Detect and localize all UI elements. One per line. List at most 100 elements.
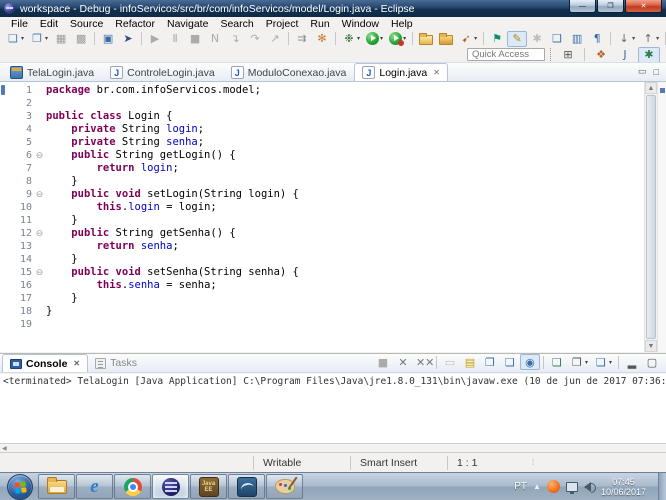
mark-occurrences-button[interactable]: ✎	[507, 31, 527, 47]
code-line[interactable]: this.senha = senha;	[46, 279, 642, 292]
code-line[interactable]: private String senha;	[46, 136, 642, 149]
external-tools-button[interactable]: ➹▾	[456, 31, 480, 47]
taskbar-clock[interactable]: 07:45 10/06/2017	[597, 477, 650, 497]
menu-window[interactable]: Window	[336, 18, 385, 30]
code-line[interactable]: }	[46, 175, 642, 188]
console-output[interactable]: <terminated> TelaLogin [Java Application…	[0, 374, 666, 443]
new-console-view-button[interactable]: ❏▾	[591, 354, 615, 370]
new-java-package-button[interactable]	[416, 31, 436, 47]
close-tab-icon[interactable]: ✕	[73, 359, 80, 368]
language-indicator[interactable]: PT	[514, 481, 527, 492]
show-hidden-icons-button[interactable]: ▲	[533, 482, 541, 491]
volume-tray-icon[interactable]	[584, 482, 591, 492]
minimize-view-button[interactable]: ▂	[622, 354, 642, 370]
menu-edit[interactable]: Edit	[34, 18, 64, 30]
code-line[interactable]: public String getLogin() {	[46, 149, 642, 162]
fold-collapse-icon[interactable]: ⊖	[34, 188, 45, 201]
paint-taskbar-button[interactable]	[266, 474, 303, 499]
code-line[interactable]: public void setLogin(String login) {	[46, 188, 642, 201]
avast-tray-icon[interactable]	[547, 480, 560, 493]
show-selected-element-button[interactable]: ▥	[567, 31, 587, 47]
fold-collapse-icon[interactable]: ⊖	[34, 266, 45, 279]
tab-controlelogin[interactable]: JControleLogin.java	[102, 63, 223, 81]
new-wizard-button[interactable]: ❏▾	[3, 31, 27, 47]
code-line[interactable]: }	[46, 292, 642, 305]
fold-collapse-icon[interactable]: ⊖	[34, 227, 45, 240]
maximize-editor-button[interactable]: □	[654, 67, 659, 77]
annotation-pointer-button[interactable]: ➤	[118, 31, 138, 47]
code-line[interactable]: public class Login {	[46, 110, 642, 123]
show-console-on-output-button[interactable]: ❐	[480, 354, 500, 370]
show-desktop-button[interactable]	[658, 473, 666, 500]
eclipse-taskbar-button[interactable]	[152, 474, 189, 499]
menu-help[interactable]: Help	[385, 18, 419, 30]
next-annotation-button[interactable]: ↓▾	[614, 31, 638, 47]
show-whitespace-button[interactable]: ¶	[587, 31, 607, 47]
new-java-class-button[interactable]: ❐▾	[27, 31, 51, 47]
start-button[interactable]	[7, 474, 33, 500]
chrome-taskbar-button[interactable]	[114, 474, 151, 499]
code-line[interactable]: return login;	[46, 162, 642, 175]
code-line[interactable]: public String getSenha() {	[46, 227, 642, 240]
console-horizontal-scrollbar[interactable]: ◀	[0, 443, 666, 452]
coverage-button[interactable]: ▾	[386, 31, 409, 47]
run-to-line-button[interactable]: ⇉	[292, 31, 312, 47]
show-console-on-error-button[interactable]: ❑	[500, 354, 520, 370]
java-ee-perspective-button[interactable]: ❖	[590, 47, 612, 63]
scroll-left-arrow[interactable]: ◀	[0, 445, 9, 452]
code-line[interactable]: }	[46, 214, 642, 227]
code-line[interactable]: private String login;	[46, 123, 642, 136]
maximize-view-button[interactable]: ▢	[642, 354, 662, 370]
tab-telalogin[interactable]: TelaLogin.java	[2, 63, 102, 81]
mysql-workbench-taskbar-button[interactable]	[228, 474, 265, 499]
open-perspective-button[interactable]: ⊞	[557, 47, 579, 63]
pin-console-button[interactable]: ◉	[520, 354, 540, 370]
menu-search[interactable]: Search	[214, 18, 259, 30]
show-source-button[interactable]: ❑	[547, 31, 567, 47]
open-console-button[interactable]: ❐▾	[567, 354, 591, 370]
close-window-button[interactable]: ✕	[625, 0, 662, 13]
minimize-editor-button[interactable]: ▭	[638, 66, 647, 77]
scroll-up-arrow[interactable]: ▲	[645, 82, 657, 94]
restore-window-button[interactable]: ❐	[597, 0, 624, 13]
code-editor[interactable]: 12345678910111213141516171819 ⊖⊖⊖⊖ packa…	[0, 81, 666, 352]
remove-launch-button[interactable]: ✕	[393, 354, 413, 370]
display-selected-console-button[interactable]: ❏	[547, 354, 567, 370]
network-tray-icon[interactable]	[566, 482, 578, 492]
menu-file[interactable]: File	[5, 18, 34, 30]
code-line[interactable]: package br.com.infoServicos.model;	[46, 84, 642, 97]
menu-refactor[interactable]: Refactor	[109, 18, 161, 30]
code-line[interactable]: this.login = login;	[46, 201, 642, 214]
overview-ruler[interactable]	[657, 82, 666, 352]
menu-source[interactable]: Source	[64, 18, 109, 30]
windows-explorer-taskbar-button[interactable]	[38, 474, 75, 499]
debug-perspective-button[interactable]: ✱	[638, 47, 660, 63]
code-line[interactable]: return senha;	[46, 240, 642, 253]
code-line[interactable]: }	[46, 305, 642, 318]
code-content[interactable]: package br.com.infoServicos.model; public…	[46, 84, 642, 331]
close-tab-icon[interactable]: ✕	[433, 68, 440, 77]
netbeans-taskbar-button[interactable]: Java EE	[190, 474, 227, 499]
new-task-button[interactable]: ⚑	[487, 31, 507, 47]
java-perspective-button[interactable]: J	[614, 47, 636, 63]
open-java-editor-button[interactable]: ▣	[98, 31, 118, 47]
scroll-down-arrow[interactable]: ▼	[645, 340, 657, 352]
scroll-lock-button[interactable]: ▤	[460, 354, 480, 370]
open-type-button[interactable]	[436, 31, 456, 47]
use-step-filters-button[interactable]: ✻	[312, 31, 332, 47]
scrollbar-thumb[interactable]	[646, 95, 656, 339]
console-tab[interactable]: Console✕	[2, 354, 88, 372]
debug-button[interactable]: ❉▾	[339, 31, 363, 47]
code-line[interactable]	[46, 318, 642, 331]
code-line[interactable]: }	[46, 253, 642, 266]
tab-moduloconexao[interactable]: JModuloConexao.java	[223, 63, 355, 81]
remove-all-terminated-button[interactable]: ✕✕	[413, 354, 433, 370]
code-line[interactable]	[46, 97, 642, 110]
run-button[interactable]: ▾	[363, 31, 386, 47]
quick-access-field[interactable]: Quick Access	[467, 48, 545, 61]
previous-annotation-button[interactable]: ↑▾	[638, 31, 662, 47]
fold-collapse-icon[interactable]: ⊖	[34, 149, 45, 162]
menu-run[interactable]: Run	[304, 18, 335, 30]
minimize-window-button[interactable]: —	[569, 0, 596, 13]
internet-explorer-taskbar-button[interactable]: e	[76, 474, 113, 499]
